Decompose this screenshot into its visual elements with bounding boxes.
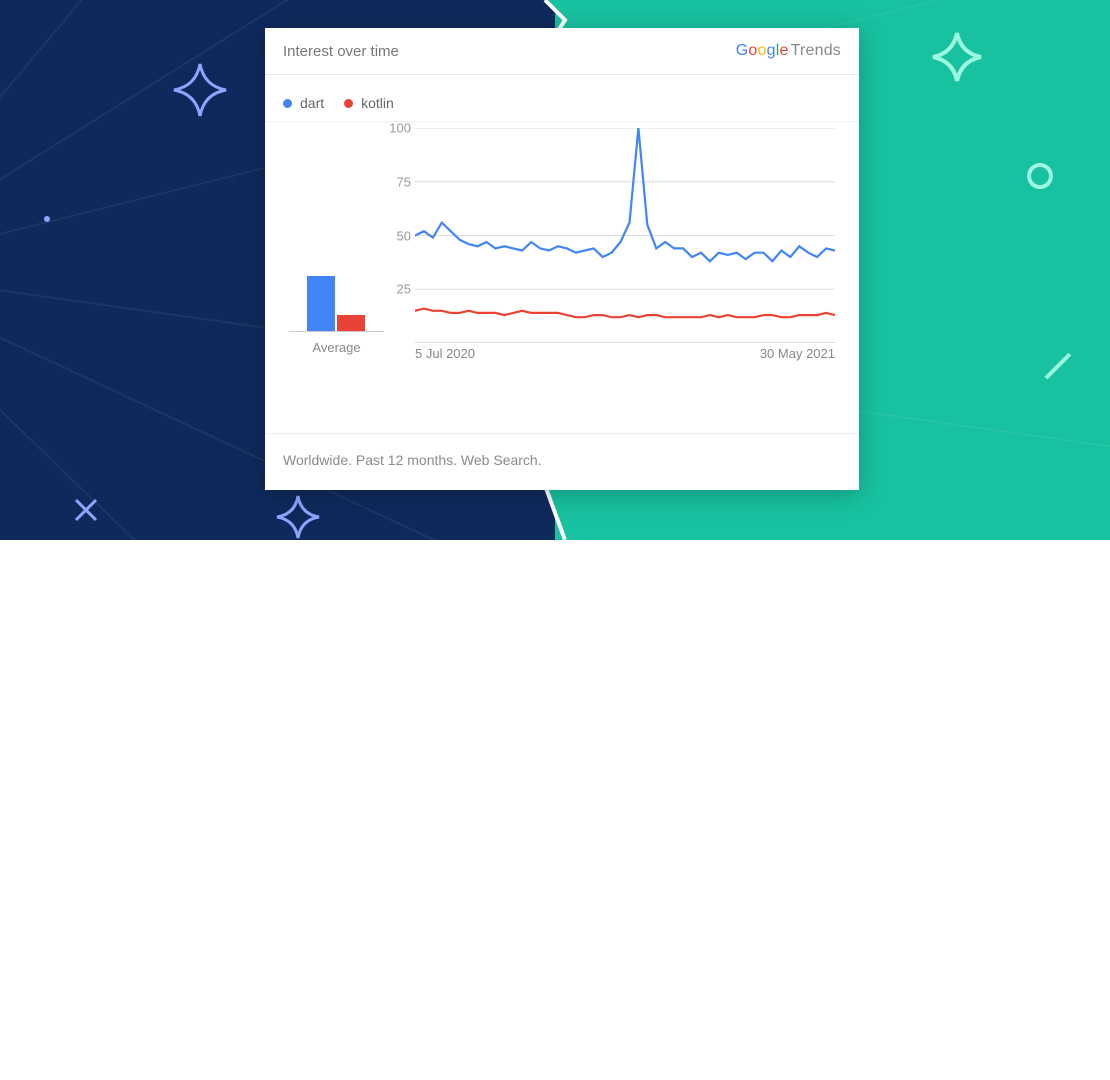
legend-dot-icon [283,99,292,108]
chart-body: 100 75 50 25 Average 5 Jul 2020 30 May 2… [265,122,859,422]
bar-dart [307,276,335,332]
legend-item-dart: dart [283,95,324,111]
slash-icon [1038,346,1078,386]
line-chart [415,128,835,343]
card-footer: Worldwide. Past 12 months. Web Search. [265,433,859,490]
legend-label: dart [300,95,324,111]
legend-label: kotlin [361,95,394,111]
google-trends-logo: GoogleTrends [736,42,841,60]
ytick: 50 [397,228,411,243]
x-axis-ticks: 5 Jul 2020 30 May 2021 [415,346,835,361]
x-icon [72,496,100,524]
trends-card: Interest over time GoogleTrends dart kot… [265,28,859,490]
card-title: Interest over time [283,43,399,60]
legend-dot-icon [344,99,353,108]
card-header: Interest over time GoogleTrends [265,28,859,75]
sparkle-icon [170,60,230,120]
ytick: 100 [389,121,411,136]
ytick: 75 [397,174,411,189]
sparkle-icon [930,30,985,85]
line-series-dart [415,128,835,261]
circle-icon [1024,160,1056,192]
xtick-end: 30 May 2021 [760,346,835,361]
xtick-start: 5 Jul 2020 [415,346,475,361]
legend: dart kotlin [265,75,859,122]
gridlines [415,128,835,289]
average-bar-chart [289,212,384,332]
bar-kotlin [337,315,365,332]
sparkle-icon [275,494,321,540]
line-series-kotlin [415,309,835,318]
bar-baseline [289,331,384,332]
ytick: 25 [397,282,411,297]
average-label: Average [289,340,384,355]
dot-icon [42,214,52,224]
legend-item-kotlin: kotlin [344,95,394,111]
